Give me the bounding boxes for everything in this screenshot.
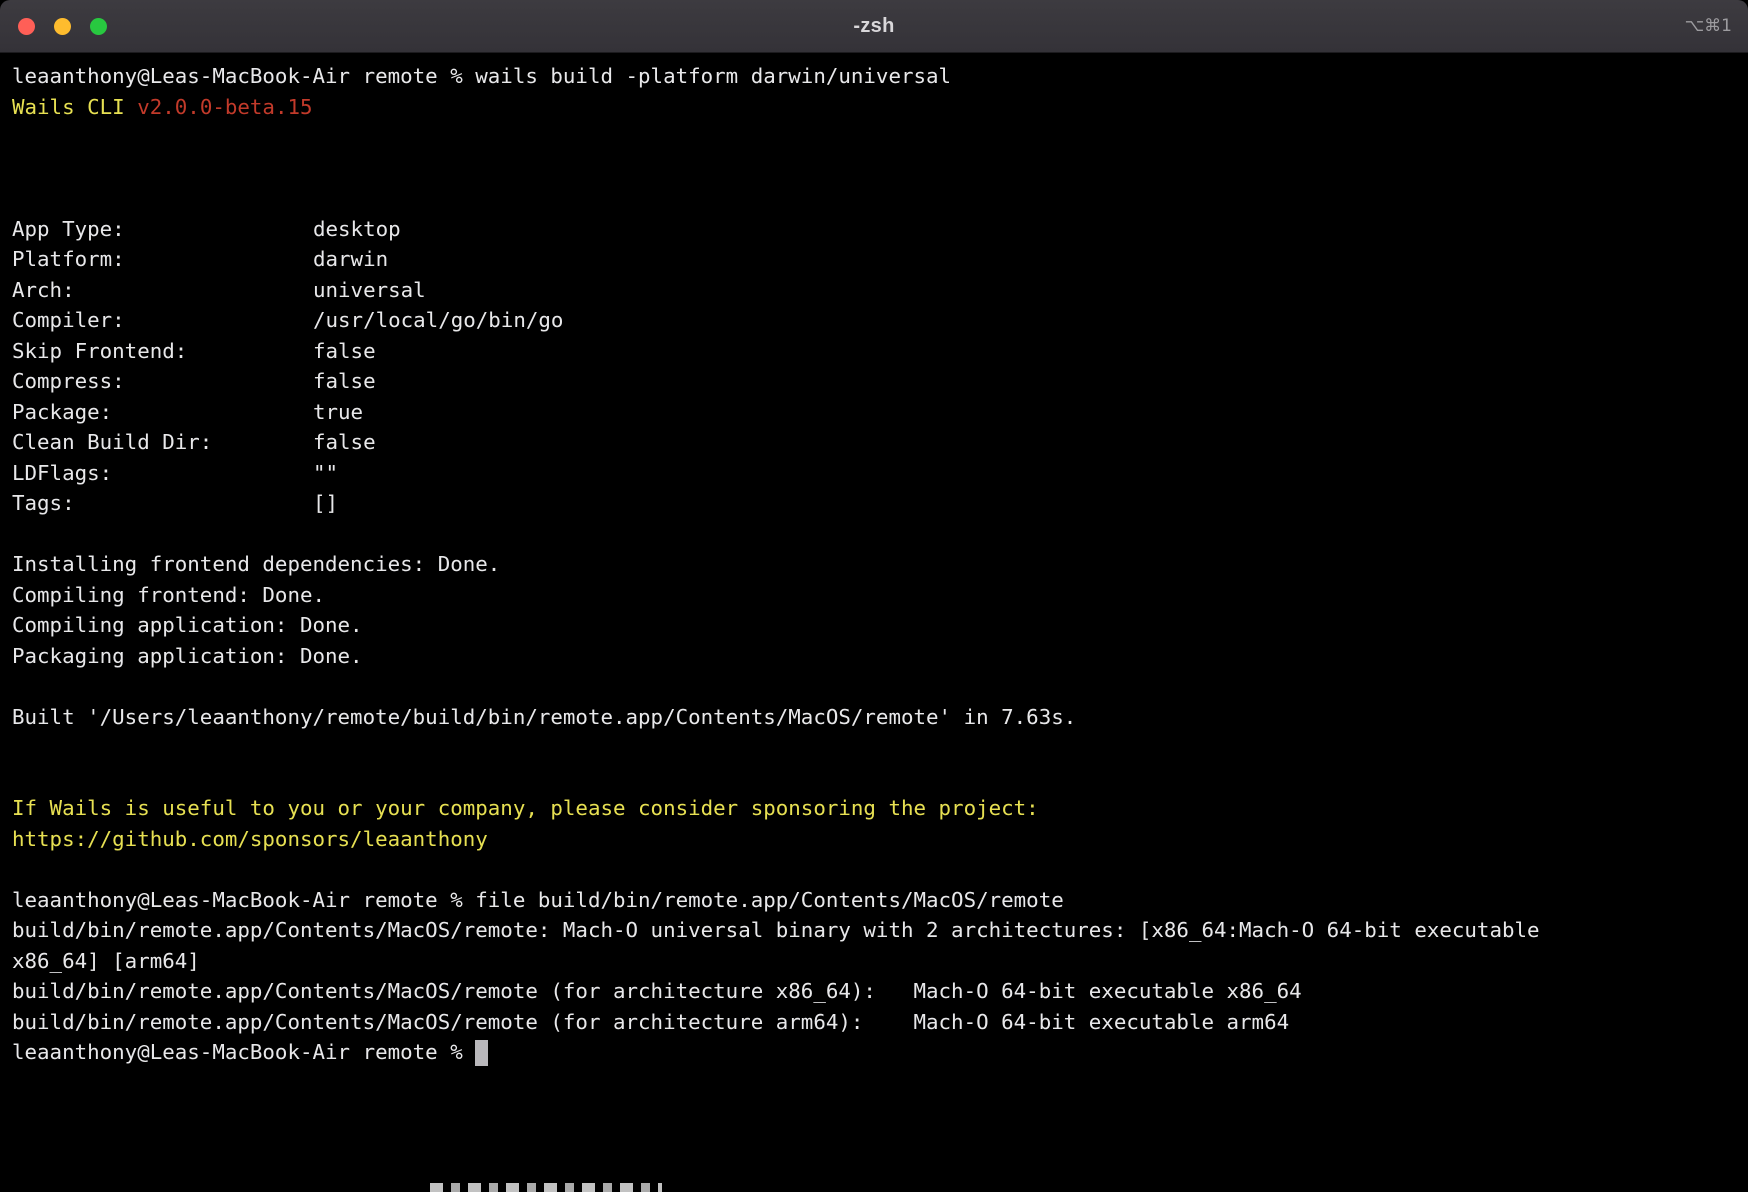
config-row: Skip Frontend:false — [12, 336, 1578, 367]
wails-cli-name: Wails CLI — [12, 95, 137, 119]
config-label: Package: — [12, 397, 313, 428]
config-row: Arch:universal — [12, 275, 1578, 306]
final-prompt-line: leaanthony@Leas-MacBook-Air remote % — [12, 1037, 1578, 1068]
progress-line: Compiling application: Done. — [12, 610, 1578, 641]
file-output-line: x86_64] [arm64] — [12, 946, 1578, 977]
config-label: App Type: — [12, 214, 313, 245]
config-label: Arch: — [12, 275, 313, 306]
config-value: false — [313, 366, 376, 397]
wails-cli-version: v2.0.0-beta.15 — [137, 95, 312, 119]
clipped-text-artifact — [430, 1183, 662, 1192]
config-row: Compiler:/usr/local/go/bin/go — [12, 305, 1578, 336]
config-row: Clean Build Dir:false — [12, 427, 1578, 458]
wails-cli-version-line: Wails CLI v2.0.0-beta.15 — [12, 92, 1578, 123]
config-label: Skip Frontend: — [12, 336, 313, 367]
window-titlebar[interactable]: -zsh ⌥⌘1 — [0, 0, 1748, 53]
sponsor-link[interactable]: https://github.com/sponsors/leaanthony — [12, 824, 1578, 855]
progress-line: Packaging application: Done. — [12, 641, 1578, 672]
blank-lines — [12, 732, 1578, 793]
blank-lines — [12, 122, 1578, 214]
config-row: Platform:darwin — [12, 244, 1578, 275]
prompt-build-command: leaanthony@Leas-MacBook-Air remote % wai… — [12, 61, 1578, 92]
config-row: Tags:[] — [12, 488, 1578, 519]
file-output-line: build/bin/remote.app/Contents/MacOS/remo… — [12, 1007, 1578, 1038]
config-value: [] — [313, 488, 338, 519]
config-value: darwin — [313, 244, 388, 275]
config-row: App Type:desktop — [12, 214, 1578, 245]
window-shortcut-badge: ⌥⌘1 — [1685, 16, 1732, 36]
config-label: Compress: — [12, 366, 313, 397]
blank-line — [12, 519, 1578, 550]
config-row: Package:true — [12, 397, 1578, 428]
terminal-window: -zsh ⌥⌘1 leaanthony@Leas-MacBook-Air rem… — [0, 0, 1748, 1192]
config-label: Platform: — [12, 244, 313, 275]
config-value: universal — [313, 275, 426, 306]
progress-line: Installing frontend dependencies: Done. — [12, 549, 1578, 580]
file-output-line: build/bin/remote.app/Contents/MacOS/remo… — [12, 915, 1578, 946]
window-title: -zsh — [0, 15, 1748, 38]
config-value: "" — [313, 458, 338, 489]
config-value: false — [313, 336, 376, 367]
final-prompt-text: leaanthony@Leas-MacBook-Air remote % — [12, 1040, 475, 1064]
config-label: Clean Build Dir: — [12, 427, 313, 458]
config-value: /usr/local/go/bin/go — [313, 305, 563, 336]
config-label: LDFlags: — [12, 458, 313, 489]
sponsor-message-line: If Wails is useful to you or your compan… — [12, 793, 1578, 824]
built-result-line: Built '/Users/leaanthony/remote/build/bi… — [12, 702, 1578, 733]
blank-line — [12, 854, 1578, 885]
terminal-cursor — [475, 1040, 488, 1066]
file-output-line: build/bin/remote.app/Contents/MacOS/remo… — [12, 976, 1578, 1007]
config-value: false — [313, 427, 376, 458]
config-label: Compiler: — [12, 305, 313, 336]
config-row: Compress:false — [12, 366, 1578, 397]
prompt-file-command: leaanthony@Leas-MacBook-Air remote % fil… — [12, 885, 1578, 916]
config-row: LDFlags:"" — [12, 458, 1578, 489]
terminal-screen[interactable]: leaanthony@Leas-MacBook-Air remote % wai… — [0, 53, 1748, 1192]
config-value: true — [313, 397, 363, 428]
progress-line: Compiling frontend: Done. — [12, 580, 1578, 611]
config-value: desktop — [313, 214, 401, 245]
config-label: Tags: — [12, 488, 313, 519]
blank-line — [12, 671, 1578, 702]
